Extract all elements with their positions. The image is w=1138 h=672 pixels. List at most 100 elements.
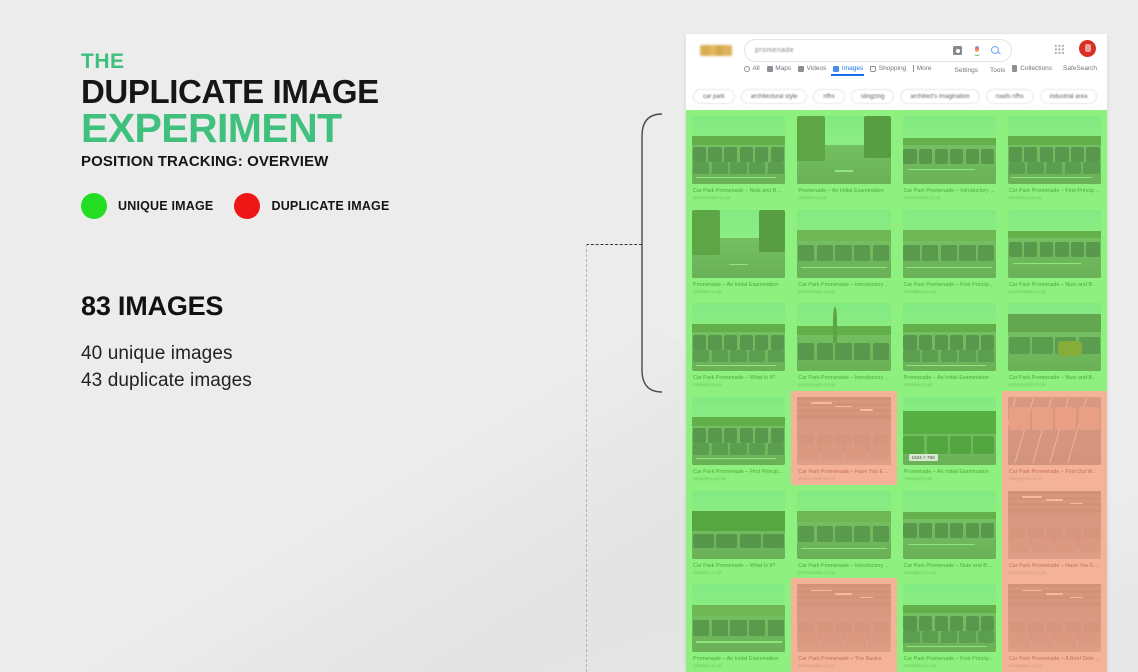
image-result-source[interactable]: semaltics.co.uk — [693, 477, 784, 482]
image-thumbnail[interactable] — [692, 116, 786, 184]
image-result-cell[interactable]: Car Park Promenade – First Out West ... m… — [1001, 390, 1107, 485]
image-result-source[interactable]: semaltics.co.uk — [1009, 196, 1100, 201]
image-result-cell[interactable]: Car Park Promenade – First Principles sem… — [686, 390, 792, 485]
image-thumbnail[interactable] — [797, 584, 891, 653]
image-thumbnail[interactable] — [797, 490, 891, 559]
tab-shopping[interactable]: Shopping — [870, 65, 913, 76]
image-result-title[interactable]: Car Park Promenade – Introductory ... — [798, 282, 889, 290]
image-thumbnail[interactable] — [797, 303, 891, 372]
image-result-cell[interactable]: Promenade – An Initial Examination nsfwli… — [686, 203, 792, 298]
image-result-cell[interactable]: Car Park Promenade – Nuts and Bolts semal… — [896, 484, 1002, 579]
microphone-icon[interactable] — [972, 46, 981, 56]
image-thumbnail[interactable] — [902, 303, 996, 372]
image-result-source[interactable]: promenade.co.uk — [798, 571, 889, 576]
image-result-title[interactable]: Promenade – An Initial Examination — [798, 188, 889, 196]
image-result-cell[interactable]: Car Park Promenade – First Principles sem… — [1001, 110, 1107, 204]
filter-chip[interactable]: roads nfhs — [985, 89, 1034, 104]
image-thumbnail[interactable] — [692, 584, 786, 653]
image-result-source[interactable]: nsfwlist.co.uk — [693, 571, 784, 576]
google-logo-icon[interactable] — [700, 45, 732, 56]
image-result-cell[interactable]: Car Park Promenade – The Basics promenade… — [791, 578, 897, 672]
tab-maps[interactable]: Maps — [766, 65, 798, 76]
image-result-source[interactable]: promenade.co.uk — [693, 196, 784, 201]
image-result-cell[interactable]: Car Park Promenade – Nuts and Bolts prome… — [1001, 297, 1107, 391]
tab-videos[interactable]: Videos — [798, 65, 833, 76]
avatar[interactable] — [1079, 40, 1096, 57]
image-result-title[interactable]: Promenade – An Initial Examination — [693, 656, 784, 664]
image-thumbnail[interactable] — [1007, 303, 1101, 372]
image-result-title[interactable]: Car Park Promenade – What Is It? — [693, 375, 784, 383]
image-result-title[interactable]: Car Park Promenade – Nuts and Bolts — [1009, 375, 1100, 383]
image-result-source[interactable]: promenade.co.uk — [798, 290, 889, 295]
image-result-source[interactable]: semaltics.co.uk — [904, 290, 995, 295]
image-result-cell[interactable]: Car Park Promenade – What Is It? nsfwlist… — [686, 297, 792, 391]
image-result-cell[interactable]: Car Park Promenade – Introductory ... pro… — [791, 297, 897, 391]
tab-images[interactable]: Images — [831, 65, 870, 76]
image-result-cell[interactable]: Car Park Promenade – Have You Ever ... pr… — [1001, 484, 1107, 579]
image-result-title[interactable]: Promenade – An Initial Examination — [904, 375, 995, 383]
image-result-title[interactable]: Car Park Promenade – What Is It? — [693, 563, 784, 571]
image-result-cell[interactable]: Promenade – An Initial Examination nsfwli… — [686, 578, 792, 672]
image-result-cell[interactable]: Car Park Promenade – Nuts and Bolts prome… — [1001, 203, 1107, 298]
camera-icon[interactable] — [953, 46, 962, 55]
image-result-title[interactable]: Car Park Promenade – First Principles — [693, 469, 784, 477]
image-result-title[interactable]: Car Park Promenade – First Out West ... — [1009, 469, 1100, 477]
image-result-title[interactable]: Car Park Promenade – Have You Ever ... — [1009, 563, 1100, 571]
image-thumbnail[interactable] — [797, 116, 891, 184]
image-thumbnail[interactable] — [797, 396, 891, 465]
image-thumbnail[interactable] — [692, 209, 786, 278]
filter-chip[interactable]: stingzing — [850, 89, 895, 104]
image-result-title[interactable]: Promenade – An Initial Examination — [693, 282, 784, 290]
image-thumbnail[interactable]: 1024 × 768 — [902, 396, 996, 465]
image-result-source[interactable]: promenade.co.uk — [798, 477, 889, 482]
image-thumbnail[interactable] — [692, 303, 786, 372]
image-result-title[interactable]: Car Park Promenade – Introductory ... — [798, 375, 889, 383]
image-result-source[interactable]: semaltics.co.uk — [904, 571, 995, 576]
image-thumbnail[interactable] — [692, 490, 786, 559]
image-result-title[interactable]: Car Park Promenade – Have You Ever ... — [798, 469, 889, 477]
image-result-title[interactable]: Car Park Promenade – First Principles — [904, 656, 995, 664]
image-result-source[interactable]: promenade.co.uk — [1009, 571, 1100, 576]
safesearch-button[interactable]: SafeSearch — [1063, 65, 1097, 72]
image-thumbnail[interactable] — [902, 584, 996, 653]
image-thumbnail[interactable] — [902, 490, 996, 559]
image-thumbnail[interactable] — [1007, 490, 1101, 559]
image-result-source[interactable]: nsfwlist.co.uk — [693, 290, 784, 295]
image-result-cell[interactable]: Car Park Promenade – First Principles sem… — [896, 203, 1002, 298]
image-result-cell[interactable]: Car Park Promenade – Introductory ... pro… — [791, 484, 897, 579]
image-result-cell[interactable]: Car Park Promenade – Introductory ... pro… — [896, 110, 1002, 204]
image-result-cell[interactable]: Car Park Promenade – Introductory ... pro… — [791, 203, 897, 298]
image-result-cell[interactable]: Car Park Promenade – A Brief Debrief ...… — [1001, 578, 1107, 672]
image-result-source[interactable]: promenade.co.uk — [1009, 383, 1100, 388]
image-result-cell[interactable]: Car Park Promenade – What Is It? nsfwlist… — [686, 484, 792, 579]
image-result-title[interactable]: Car Park Promenade – Introductory ... — [904, 188, 995, 196]
image-thumbnail[interactable] — [692, 396, 786, 465]
image-result-title[interactable]: Car Park Promenade – Nuts and Bolts — [693, 188, 784, 196]
image-result-source[interactable]: promenade.co.uk — [904, 196, 995, 201]
filter-chip[interactable]: car park — [693, 89, 735, 104]
image-result-cell[interactable]: Promenade – An Initial Examination nsfwli… — [791, 110, 897, 204]
image-thumbnail[interactable] — [797, 209, 891, 278]
image-result-title[interactable]: Car Park Promenade – Nuts and Bolts — [904, 563, 995, 571]
image-thumbnail[interactable] — [1007, 209, 1101, 278]
image-result-cell[interactable]: Car Park Promenade – Nuts and Bolts prome… — [686, 110, 792, 204]
search-input[interactable]: promenade — [744, 39, 1012, 62]
image-result-source[interactable]: motogarts.co.uk — [1009, 477, 1100, 482]
image-result-title[interactable]: Car Park Promenade – The Basics — [798, 656, 889, 664]
image-result-source[interactable]: promenade.co.uk — [1009, 290, 1100, 295]
image-result-source[interactable]: motogarts.co.uk — [1009, 664, 1100, 669]
settings-link[interactable]: Settings — [955, 67, 991, 74]
image-result-source[interactable]: nsfwlist.co.uk — [904, 383, 995, 388]
image-result-source[interactable]: nsfwlist.co.uk — [693, 383, 784, 388]
image-thumbnail[interactable] — [902, 116, 996, 184]
image-result-source[interactable]: promenade.co.uk — [798, 383, 889, 388]
image-thumbnail[interactable] — [1007, 396, 1101, 465]
image-result-title[interactable]: Car Park Promenade – Introductory ... — [798, 563, 889, 571]
image-result-source[interactable]: nsfwlist.co.uk — [798, 196, 889, 201]
image-result-title[interactable]: Car Park Promenade – First Principles — [904, 282, 995, 290]
image-result-cell[interactable]: 1024 × 768 Promenade – An Initial Examina… — [896, 390, 1002, 485]
image-result-cell[interactable]: Promenade – An Initial Examination nsfwli… — [896, 297, 1002, 391]
image-thumbnail[interactable] — [902, 209, 996, 278]
tab-more[interactable]: More — [913, 65, 938, 76]
image-result-title[interactable]: Car Park Promenade – Nuts and Bolts — [1009, 282, 1100, 290]
